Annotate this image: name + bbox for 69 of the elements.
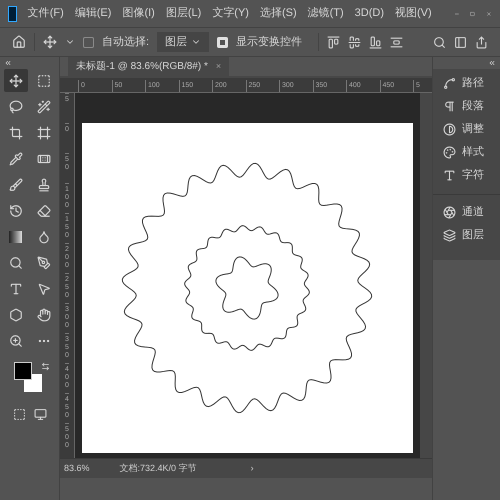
menu-item[interactable]: 文件(F) (28, 5, 64, 22)
wand-icon (36, 100, 50, 114)
home-icon[interactable] (12, 35, 26, 49)
panel-button[interactable]: 段落 (433, 95, 500, 118)
align-top-icon[interactable] (327, 36, 340, 48)
zoom-icon (8, 334, 22, 348)
target-dropdown[interactable]: 图层 (157, 32, 210, 52)
move-icon (8, 74, 22, 88)
aperture-icon (443, 206, 456, 219)
checkbox[interactable] (217, 36, 228, 48)
checkbox[interactable] (83, 36, 94, 48)
palette-icon (443, 146, 456, 159)
document-title: 未标题-1 @ 83.6%(RGB/8#) * (76, 60, 208, 74)
zoom-level[interactable]: 83.6% (64, 462, 90, 476)
panel-button[interactable]: 通道 (433, 201, 500, 224)
move-icon[interactable] (43, 35, 57, 49)
quick-mask-icon[interactable] (12, 408, 26, 421)
crop-icon (8, 126, 22, 140)
pen-icon (36, 256, 50, 270)
contrast-icon (443, 123, 456, 136)
path-icon (443, 77, 456, 90)
history-brush-icon (8, 204, 22, 218)
eraser-icon (36, 204, 50, 218)
menu-item[interactable]: 文字(Y) (212, 5, 249, 22)
show-transform-label: 显示变换控件 (236, 34, 302, 50)
layers-icon (443, 229, 456, 242)
stamp-icon (36, 178, 50, 192)
menu-item[interactable]: 选择(S) (260, 5, 297, 22)
menu-item[interactable]: 滤镜(T) (308, 5, 344, 22)
type-icon (8, 282, 22, 296)
collapse-icon[interactable] (4, 59, 12, 67)
text-cursor-icon (443, 169, 456, 182)
droplet-icon (36, 230, 50, 244)
screen-mode-icon[interactable] (34, 408, 46, 421)
auto-select-label: 自动选择: (102, 34, 150, 50)
menu-item[interactable]: 视图(V) (395, 5, 432, 22)
align-bottom-icon[interactable] (369, 36, 382, 48)
panel-button[interactable]: 图层 (433, 224, 500, 247)
marquee-icon (36, 74, 50, 88)
panel-button[interactable]: 样式 (433, 141, 500, 164)
distribute-icon[interactable] (390, 36, 404, 48)
app-logo-icon (8, 6, 17, 22)
share-icon[interactable] (475, 36, 488, 48)
panel-button[interactable]: 字符 (433, 164, 500, 187)
lasso-icon (8, 100, 22, 114)
menu-item[interactable]: 3D(D) (354, 5, 384, 22)
collapse-icon[interactable] (488, 59, 496, 67)
color-swatches-drawing[interactable] (14, 362, 42, 393)
menu-item[interactable]: 图层(L) (166, 5, 202, 22)
workspace-icon[interactable] (454, 36, 467, 48)
tool-button[interactable] (4, 69, 28, 92)
menu-item[interactable]: 图像(I) (122, 5, 155, 22)
hand-icon (36, 308, 50, 322)
swap-icon[interactable] (40, 362, 50, 371)
eyedropper-icon (8, 152, 22, 166)
hexagon-icon (8, 308, 22, 322)
menu-item[interactable]: 编辑(E) (74, 5, 112, 22)
frame-icon (36, 126, 50, 140)
status-menu-arrow[interactable]: › (250, 462, 254, 476)
search-icon[interactable] (433, 36, 446, 48)
pointer-icon (36, 282, 50, 296)
brush-icon (8, 178, 22, 192)
panel-button[interactable]: 调整 (433, 118, 500, 141)
tab-close[interactable]: × (216, 60, 222, 74)
pilcrow-icon (443, 100, 456, 113)
align-middle-icon[interactable] (348, 36, 362, 48)
document-tab[interactable]: 未标题-1 @ 83.6%(RGB/8#) * × (68, 57, 230, 76)
gradient-icon (9, 230, 22, 242)
document-info: 文档:732.4K/0 字节 (120, 462, 197, 475)
